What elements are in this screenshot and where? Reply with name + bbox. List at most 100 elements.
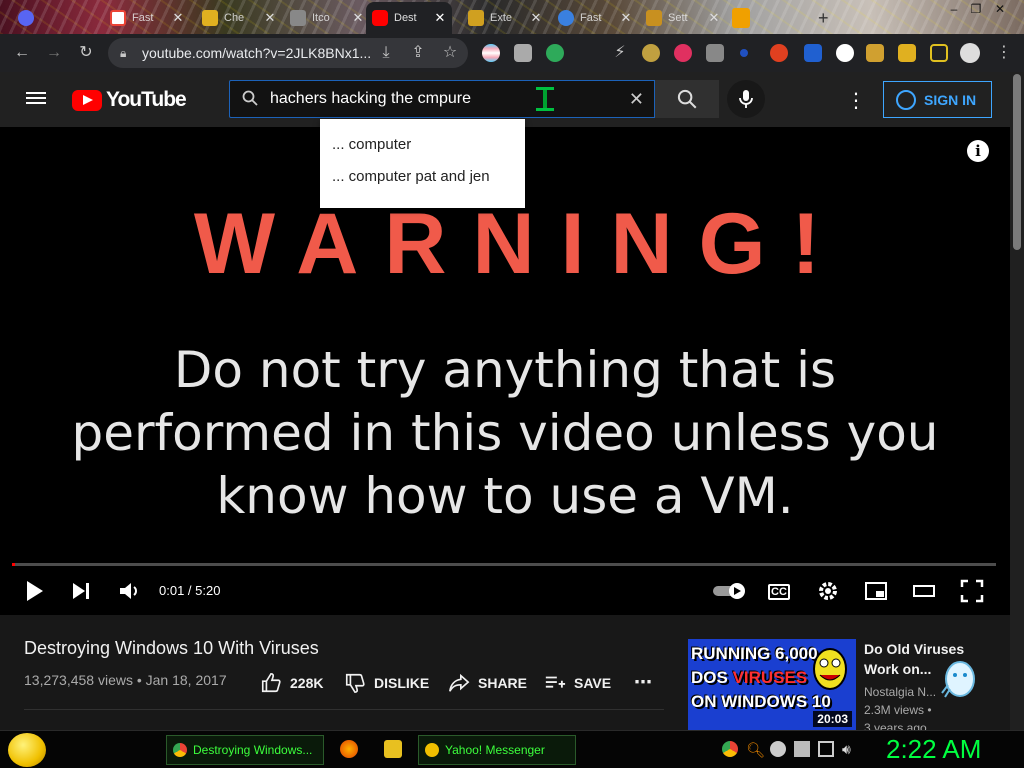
back-icon[interactable]: ← xyxy=(12,43,32,63)
close-icon[interactable]: ✕ xyxy=(264,10,276,26)
discord-pinned-tab[interactable] xyxy=(12,4,46,32)
shield-extension-icon[interactable] xyxy=(546,44,564,62)
extension-icon[interactable] xyxy=(642,44,660,62)
network-tray-icon[interactable] xyxy=(818,741,834,757)
tab-7[interactable]: Sett ✕ xyxy=(640,4,726,32)
extension-icon[interactable] xyxy=(514,44,532,62)
recommended-channel[interactable]: Nostalgia N... xyxy=(864,685,936,699)
soccer-extension-icon[interactable] xyxy=(836,44,854,62)
suggestion-item[interactable]: ... computer pat and jen xyxy=(320,161,525,193)
close-icon[interactable]: ✕ xyxy=(434,10,446,26)
tray-icon[interactable] xyxy=(794,741,810,757)
bookmark-star-icon[interactable]: ☆ xyxy=(440,43,460,63)
taskbar-item-messenger[interactable]: Yahoo! Messenger xyxy=(418,735,576,765)
volume-tray-icon[interactable]: 🔊︎ xyxy=(842,741,858,757)
gear-icon xyxy=(819,582,837,600)
checkmark-extension-icon[interactable] xyxy=(706,44,724,62)
sign-in-button[interactable]: SIGN IN xyxy=(883,81,992,118)
close-icon[interactable]: ✕ xyxy=(352,10,364,26)
extension-icon xyxy=(202,10,218,26)
smiley-start-button[interactable] xyxy=(8,733,46,767)
info-icon[interactable]: i xyxy=(967,140,989,162)
folder-icon[interactable] xyxy=(384,740,402,758)
tray-icon[interactable] xyxy=(770,741,786,757)
tab-3[interactable]: Itco ✕ xyxy=(284,4,370,32)
close-icon[interactable]: ✕ xyxy=(708,10,720,26)
gmail-icon xyxy=(110,10,126,26)
progress-fill xyxy=(12,563,15,566)
extension-icon[interactable] xyxy=(674,44,692,62)
profile-avatar[interactable] xyxy=(960,43,980,63)
divider xyxy=(24,709,664,710)
tab-active[interactable]: Dest ✕ xyxy=(366,2,452,34)
theater-mode-button[interactable] xyxy=(912,579,936,603)
vpn-hub-tab[interactable] xyxy=(726,4,756,32)
volume-button[interactable] xyxy=(118,579,142,603)
recommended-thumbnail[interactable]: RUNNING 6,000 DOS VIRUSES ON WINDOWS 10 … xyxy=(688,639,856,731)
microphone-icon xyxy=(739,90,753,108)
playlist-extension-icon[interactable] xyxy=(898,44,916,62)
close-icon[interactable]: ✕ xyxy=(172,10,184,26)
browser-menu-icon[interactable]: ⋮ xyxy=(994,43,1014,63)
off-extension-icon[interactable] xyxy=(804,44,822,62)
search-box[interactable]: ✕ xyxy=(229,80,655,118)
pride-extension-icon[interactable] xyxy=(482,44,500,62)
next-button[interactable] xyxy=(72,579,92,603)
duration-badge: 20:03 xyxy=(813,711,852,727)
install-icon[interactable]: ⤓ xyxy=(376,43,396,63)
browser-toolbar: ← → ↻ 🔒︎ youtube.com/watch?v=2JLK8BNx1..… xyxy=(0,34,1024,72)
chrome-tray-icon[interactable] xyxy=(722,741,738,757)
tab-6[interactable]: Fast ✕ xyxy=(552,4,638,32)
firefox-icon[interactable] xyxy=(340,740,358,758)
tab-5[interactable]: Exte ✕ xyxy=(462,4,548,32)
yahoo-messenger-icon xyxy=(425,743,439,757)
suggestion-item[interactable]: ... computer xyxy=(320,129,525,161)
forward-icon[interactable]: → xyxy=(44,43,64,63)
puzzle-extensions-icon[interactable] xyxy=(866,44,884,62)
window-close-button[interactable]: ✕ xyxy=(990,2,1010,16)
fullscreen-button[interactable] xyxy=(960,579,984,603)
lightning-extension-icon[interactable]: ⚡ xyxy=(610,43,630,63)
floating-character-icon xyxy=(941,661,975,698)
new-tab-button[interactable]: + xyxy=(812,4,835,32)
close-icon[interactable]: ✕ xyxy=(620,10,632,26)
search-tray-icon[interactable]: 🔍︎ xyxy=(746,741,765,759)
share-icon[interactable]: ⇪ xyxy=(408,43,428,63)
close-icon[interactable]: ✕ xyxy=(530,10,542,26)
clear-search-icon[interactable]: ✕ xyxy=(629,89,644,110)
settings-button[interactable] xyxy=(816,579,840,603)
tab-1[interactable]: Fast ✕ xyxy=(104,4,190,32)
reload-icon[interactable]: ↻ xyxy=(76,43,96,63)
settings-kebab-icon[interactable]: ⋮ xyxy=(846,88,866,112)
dot-extension-icon[interactable] xyxy=(740,49,748,57)
thumbs-down-icon xyxy=(345,673,365,693)
extension-icon[interactable] xyxy=(770,44,788,62)
dislike-button[interactable]: DISLIKE xyxy=(344,672,429,694)
share-button[interactable]: SHARE xyxy=(448,672,527,694)
sidepanel-icon[interactable] xyxy=(930,44,948,62)
play-button[interactable] xyxy=(26,579,44,603)
like-button[interactable]: 228K xyxy=(260,672,323,694)
voice-search-button[interactable] xyxy=(727,80,765,118)
youtube-logo[interactable]: YouTube xyxy=(72,88,187,112)
save-button[interactable]: SAVE xyxy=(544,672,611,694)
taskbar-clock[interactable]: 2:22 AM xyxy=(886,734,981,765)
scrollbar-thumb[interactable] xyxy=(1013,74,1021,250)
autoplay-toggle[interactable] xyxy=(712,582,748,606)
taskbar-item-browser[interactable]: Destroying Windows... xyxy=(166,735,324,765)
page-scrollbar[interactable] xyxy=(1010,72,1024,730)
extension-icon xyxy=(468,10,484,26)
cartoon-virus-icon xyxy=(813,648,847,690)
search-button[interactable] xyxy=(655,80,719,118)
maximize-button[interactable]: ❐ xyxy=(966,2,986,16)
hamburger-menu-icon[interactable] xyxy=(26,89,46,109)
search-suggestions: ... computer ... computer pat and jen xyxy=(320,119,525,208)
minimize-button[interactable]: – xyxy=(944,2,964,16)
search-input[interactable] xyxy=(270,87,520,111)
miniplayer-button[interactable] xyxy=(864,579,888,603)
tab-2[interactable]: Che ✕ xyxy=(196,4,282,32)
captions-button[interactable]: CC xyxy=(768,584,790,600)
progress-bar[interactable] xyxy=(12,563,996,566)
more-actions-icon[interactable]: ⋯ xyxy=(634,672,652,693)
url-text[interactable]: youtube.com/watch?v=2JLK8BNx1... xyxy=(142,45,371,61)
